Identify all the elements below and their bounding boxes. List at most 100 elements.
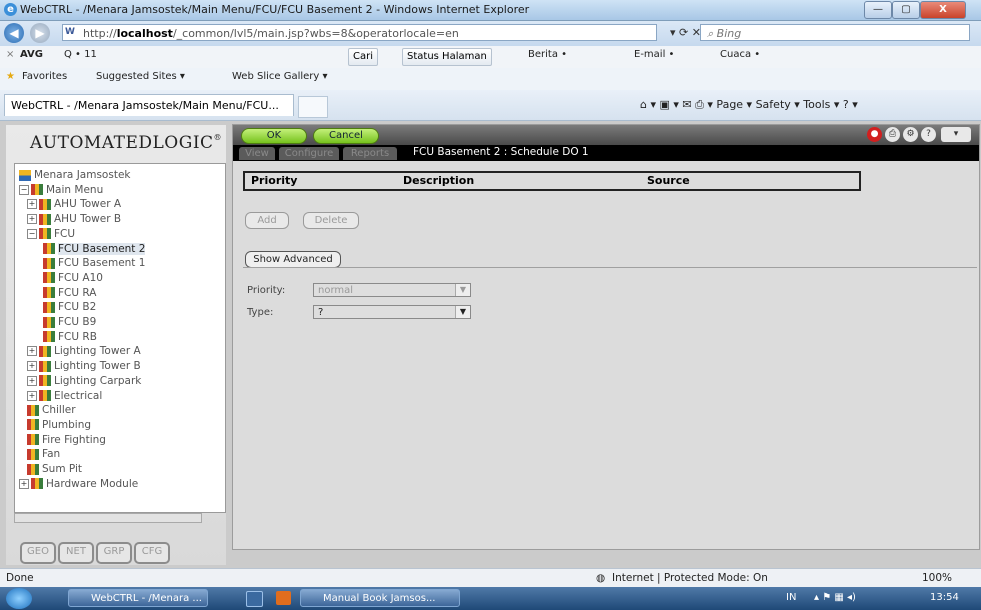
help-icon[interactable]: ? <box>921 127 936 142</box>
network-node-icon <box>27 434 39 446</box>
web-slice-gallery-link[interactable]: Web Slice Gallery ▾ <box>232 71 328 82</box>
show-advanced-button[interactable]: Show Advanced <box>245 251 341 268</box>
tab-geo[interactable]: GEO <box>20 542 56 564</box>
address-input[interactable]: http://localhost/_common/lvl5/main.jsp?w… <box>62 24 657 41</box>
tree-node[interactable]: − Main Menu <box>19 183 103 197</box>
tree-node[interactable]: + Lighting Carpark <box>27 374 141 388</box>
cuaca-menu[interactable]: Cuaca • <box>720 49 760 60</box>
window-title: WebCTRL - /Menara Jamsostek/Main Menu/FC… <box>20 3 530 16</box>
priority-select-value: normal <box>318 285 354 296</box>
search-input[interactable]: ⌕ Bing <box>700 24 970 41</box>
tab-cfg[interactable]: CFG <box>134 542 170 564</box>
tree-node[interactable]: FCU Basement 1 <box>43 256 145 270</box>
tab-configure[interactable]: Configure <box>279 147 339 160</box>
search-placeholder: Bing <box>716 27 742 40</box>
cancel-button[interactable]: Cancel <box>313 128 379 144</box>
start-button[interactable] <box>6 588 32 609</box>
expand-icon[interactable]: + <box>27 346 37 357</box>
tree-node[interactable]: Chiller <box>27 403 76 417</box>
tree-node[interactable]: + AHU Tower A <box>27 197 121 211</box>
delete-button[interactable]: Delete <box>303 212 359 229</box>
favorites-bar: ★ Favorites Suggested Sites ▾ Web Slice … <box>0 68 981 91</box>
tree-node[interactable]: Fire Fighting <box>27 433 106 447</box>
print-icon[interactable]: ⎙ <box>885 127 900 142</box>
tree-node[interactable]: FCU RA <box>43 286 96 300</box>
tree-node[interactable]: Sum Pit <box>27 462 82 476</box>
back-button[interactable]: ◀ <box>4 23 24 43</box>
tree-node[interactable]: − FCU <box>27 227 75 241</box>
tree-node-label: Fire Fighting <box>42 433 106 446</box>
tree-node[interactable]: Menara Jamsostek <box>19 168 130 182</box>
expand-icon[interactable]: + <box>19 478 29 489</box>
expand-icon[interactable]: + <box>27 199 37 210</box>
tree-node[interactable]: FCU B9 <box>43 315 96 329</box>
tree-node-label: FCU RA <box>58 286 97 299</box>
priority-select[interactable]: normal ▼ <box>313 283 471 297</box>
maximize-button[interactable]: ▢ <box>892 1 920 19</box>
berita-menu[interactable]: Berita • <box>528 49 567 60</box>
network-node-icon <box>39 213 51 225</box>
tree-node[interactable]: FCU Basement 2 <box>43 242 146 256</box>
tab-net[interactable]: NET <box>58 542 94 564</box>
tree-node[interactable]: Plumbing <box>27 418 91 432</box>
network-node-icon <box>43 272 55 284</box>
tree-node[interactable]: + Lighting Tower B <box>27 359 141 373</box>
security-zone[interactable]: Internet | Protected Mode: On <box>612 572 768 584</box>
tree-node[interactable]: + Electrical <box>27 389 102 403</box>
browser-tab-active[interactable]: WebCTRL - /Menara Jamsostek/Main Menu/FC… <box>4 94 294 116</box>
email-menu[interactable]: E-mail • <box>634 49 674 60</box>
network-node-icon <box>39 360 51 372</box>
tab-reports[interactable]: Reports <box>343 147 397 160</box>
language-indicator[interactable]: IN <box>786 592 796 603</box>
forward-button[interactable]: ▶ <box>30 23 50 43</box>
avg-search[interactable]: Q • 11 <box>64 49 97 60</box>
address-tools[interactable]: ▾ ⟳ ✕ <box>670 26 701 39</box>
tree-node[interactable]: + Hardware Module <box>19 477 138 491</box>
suggested-sites-link[interactable]: Suggested Sites ▾ <box>96 71 185 82</box>
tree-node-label: FCU Basement 1 <box>58 257 146 270</box>
content-pane: OK Cancel ● ⎙ ⚙ ? ▾ View Configure Repor… <box>232 124 980 550</box>
expand-icon[interactable]: + <box>27 361 37 372</box>
close-window-button[interactable]: X <box>920 1 966 19</box>
explorer-icon[interactable] <box>246 591 263 607</box>
alarm-icon[interactable]: ● <box>867 127 882 142</box>
tree-node[interactable]: + AHU Tower B <box>27 212 121 226</box>
close-toolbar-icon[interactable]: × <box>6 49 14 60</box>
tree-node[interactable]: + Lighting Tower A <box>27 344 141 358</box>
new-tab-button[interactable] <box>298 96 328 118</box>
cari-button[interactable]: Cari <box>348 48 378 66</box>
window-titlebar: e WebCTRL - /Menara Jamsostek/Main Menu/… <box>0 0 981 21</box>
favorites-button[interactable]: Favorites <box>22 71 67 82</box>
tab-grp[interactable]: GRP <box>96 542 132 564</box>
settings-icon[interactable]: ⚙ <box>903 127 918 142</box>
collapse-icon[interactable]: − <box>27 228 37 239</box>
media-player-icon[interactable] <box>276 591 291 605</box>
tree-node[interactable]: FCU RB <box>43 330 97 344</box>
taskbar-item-webctrl[interactable]: WebCTRL - /Menara ... <box>68 589 208 607</box>
ok-button[interactable]: OK <box>241 128 307 144</box>
tab-view[interactable]: View <box>239 147 275 160</box>
command-bar[interactable]: ⌂ ▾ ▣ ▾ ✉ ⎙ ▾ Page ▾ Safety ▾ Tools ▾ ? … <box>640 98 858 112</box>
type-label: Type: <box>247 307 274 318</box>
column-source: Source <box>647 174 690 187</box>
collapse-icon[interactable]: − <box>19 184 29 195</box>
tree-node[interactable]: Fan <box>27 447 60 461</box>
tree-node[interactable]: FCU B2 <box>43 300 96 314</box>
tree-node-label: Lighting Tower B <box>54 360 141 373</box>
minimize-button[interactable]: — <box>864 1 892 19</box>
expand-icon[interactable]: + <box>27 390 37 401</box>
avg-brand[interactable]: AVG <box>20 49 43 60</box>
taskbar-item-manual-book[interactable]: Manual Book Jamsos... <box>300 589 460 607</box>
tree-horizontal-scrollbar[interactable] <box>14 513 202 523</box>
add-button[interactable]: Add <box>245 212 289 229</box>
expand-icon[interactable]: + <box>27 214 37 225</box>
expand-icon[interactable]: + <box>27 375 37 386</box>
tray-icons[interactable]: ▴ ⚑ ▦ ◂) <box>814 592 856 603</box>
menu-dropdown-icon[interactable]: ▾ <box>941 127 971 142</box>
status-halaman-button[interactable]: Status Halaman <box>402 48 492 66</box>
content-tabs: View Configure Reports FCU Basement 2 : … <box>233 145 979 161</box>
type-select[interactable]: ? ▼ <box>313 305 471 319</box>
zoom-level[interactable]: 100% <box>922 572 952 584</box>
chevron-down-icon: ▼ <box>455 284 470 296</box>
tree-node[interactable]: FCU A10 <box>43 271 103 285</box>
